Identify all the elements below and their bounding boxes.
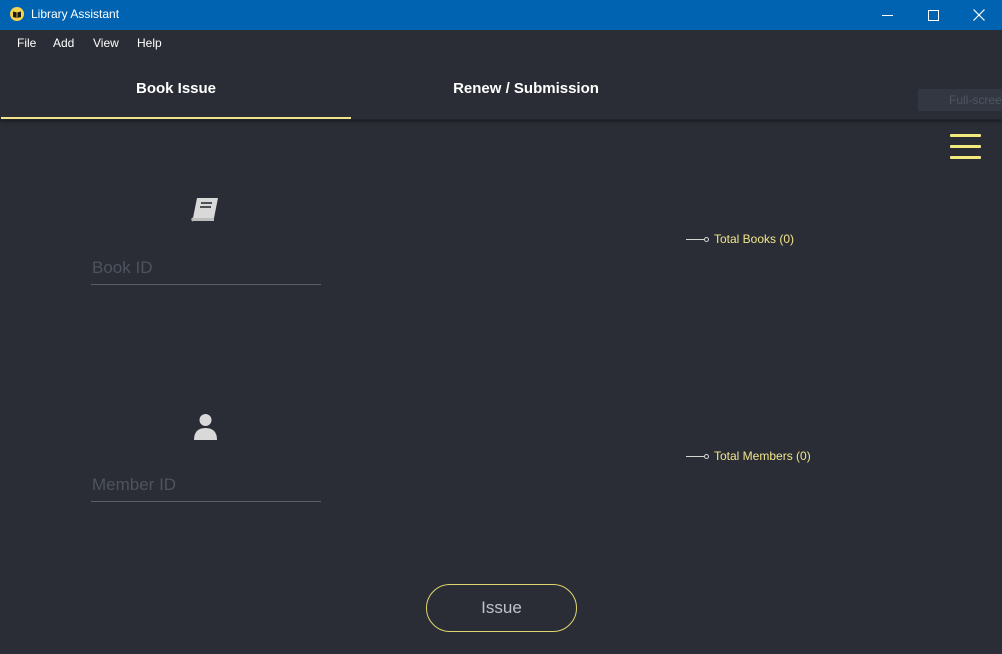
selected-tab-indicator [1,117,351,119]
book-id-input[interactable] [91,245,321,284]
legend-dot [704,236,709,242]
menu-view[interactable]: View [93,36,119,50]
window-title: Library Assistant [31,7,120,21]
hamburger-bar [950,156,981,159]
app-logo-icon [10,7,24,21]
minimize-icon [881,14,893,16]
total-members-legend: Total Members (0) [686,449,811,463]
close-icon [973,9,985,21]
menu-file[interactable]: File [17,36,36,50]
menu-help[interactable]: Help [137,36,162,50]
member-id-input[interactable] [91,462,321,501]
minimize-button[interactable] [864,0,910,30]
hamburger-bar [950,134,981,137]
fullscreen-hint: Full-screen [918,89,1002,111]
tab-book-issue[interactable]: Book Issue [1,56,351,120]
window-titlebar[interactable]: Library Assistant [0,0,1002,30]
issue-button[interactable]: Issue [426,584,577,632]
total-books-label: Total Books (0) [714,232,795,246]
menu-add[interactable]: Add [53,36,74,50]
member-id-field[interactable] [91,462,321,502]
legend-line [686,238,704,240]
tab-renew-submission[interactable]: Renew / Submission [351,56,701,120]
maximize-button[interactable] [910,0,956,30]
menu-bar: File Add View Help [0,30,1002,56]
book-icon [191,198,218,222]
maximize-icon [927,9,939,21]
book-id-field[interactable] [91,245,321,285]
close-button[interactable] [956,0,1002,30]
total-members-label: Total Members (0) [714,449,811,463]
legend-dot [704,453,709,459]
legend-line [686,455,704,457]
user-icon [194,414,217,440]
hamburger-bar [950,145,981,148]
total-books-legend: Total Books (0) [686,232,794,246]
tab-bar: Book Issue Renew / Submission [0,56,1002,120]
hamburger-menu-button[interactable] [950,133,982,161]
